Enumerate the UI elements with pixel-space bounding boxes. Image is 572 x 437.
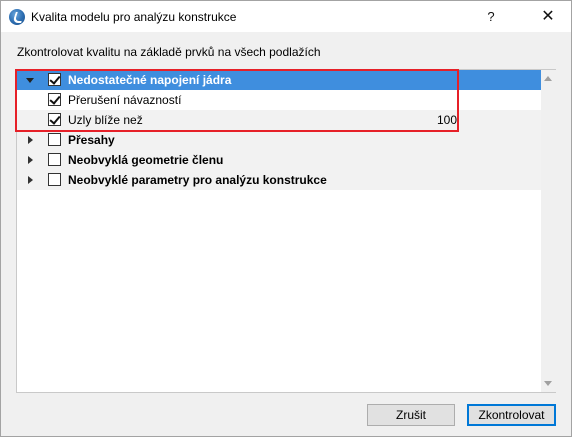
tree-row-label: Nedostatečné napojení jádra — [68, 73, 232, 87]
tree-row-discontinuity[interactable]: Přerušení návazností — [17, 90, 541, 110]
tree-row-unusual-analysis-parameters[interactable]: Neobvyklé parametry pro analýzu konstruk… — [17, 170, 541, 190]
scroll-down-arrow-icon[interactable] — [544, 381, 552, 386]
checkbox-unusual-member-geometry[interactable] — [48, 153, 61, 166]
vertical-scrollbar[interactable] — [541, 70, 556, 392]
close-icon: ✕ — [541, 7, 555, 25]
check-button[interactable]: Zkontrolovat — [467, 404, 556, 426]
distance-value-field[interactable]: 100 — [437, 113, 457, 127]
checkbox-discontinuity[interactable] — [48, 93, 61, 106]
tree-row-label: Přesahy — [68, 133, 115, 147]
tree-row-nodes-closer-than[interactable]: Uzly blíže než 100 — [17, 110, 541, 130]
instruction-label: Zkontrolovat kvalitu na základě prvků na… — [17, 45, 321, 59]
window-title: Kvalita modelu pro analýzu konstrukce — [31, 10, 237, 24]
check-tree[interactable]: Nedostatečné napojení jádra Přerušení ná… — [16, 69, 556, 393]
cancel-button[interactable]: Zrušit — [367, 404, 455, 426]
tree-row-label: Přerušení návazností — [68, 93, 182, 107]
help-button[interactable]: ? — [468, 1, 514, 32]
expand-arrow-icon[interactable] — [25, 135, 35, 145]
tree-row-overlaps[interactable]: Přesahy — [17, 130, 541, 150]
checkbox-overlaps[interactable] — [48, 133, 61, 146]
tree-row-label: Uzly blíže než — [68, 113, 143, 127]
dialog-window: Kvalita modelu pro analýzu konstrukce ? … — [0, 0, 572, 437]
checkbox-nodes-closer-than[interactable] — [48, 113, 61, 126]
app-logo-icon — [9, 9, 25, 25]
expand-arrow-icon[interactable] — [25, 175, 35, 185]
tree-row-label: Neobvyklé parametry pro analýzu konstruk… — [68, 173, 327, 187]
expand-arrow-icon[interactable] — [25, 155, 35, 165]
checkbox-unusual-analysis-parameters[interactable] — [48, 173, 61, 186]
tree-row-weak-core-connection[interactable]: Nedostatečné napojení jádra — [17, 70, 541, 90]
scroll-up-arrow-icon[interactable] — [544, 76, 552, 81]
title-bar: Kvalita modelu pro analýzu konstrukce ? … — [1, 1, 571, 32]
tree-row-unusual-member-geometry[interactable]: Neobvyklá geometrie členu — [17, 150, 541, 170]
close-button[interactable]: ✕ — [525, 1, 571, 32]
collapse-arrow-icon[interactable] — [25, 75, 35, 85]
checkbox-weak-core-connection[interactable] — [48, 73, 61, 86]
tree-row-label: Neobvyklá geometrie členu — [68, 153, 224, 167]
